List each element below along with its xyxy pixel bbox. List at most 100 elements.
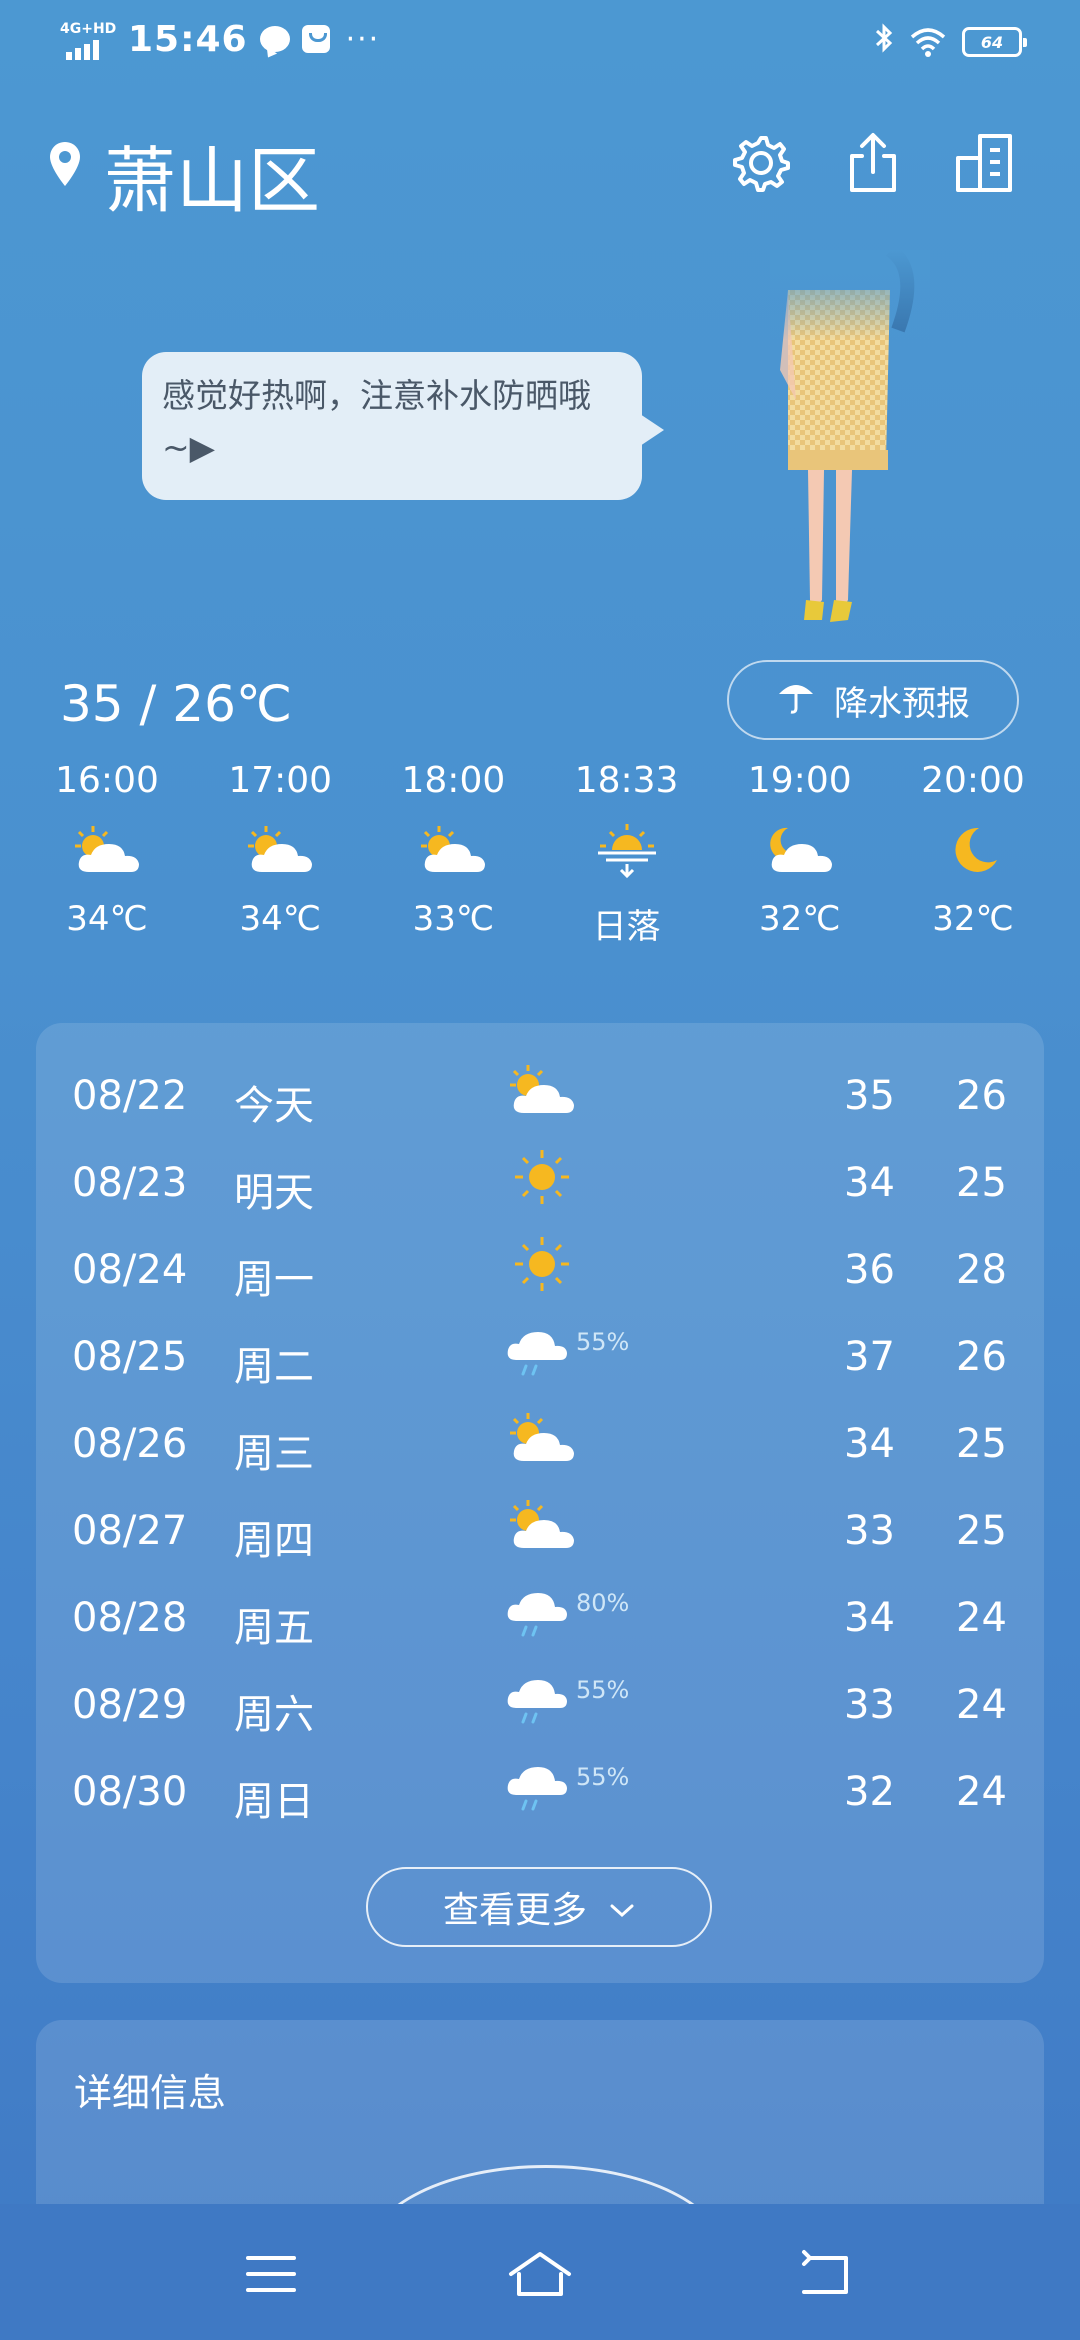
day-high: 34 xyxy=(844,1421,895,1467)
hour-temp: 33℃ xyxy=(412,899,495,939)
system-nav-bar xyxy=(0,2204,1080,2340)
hour-temp: 32℃ xyxy=(759,899,841,939)
battery-icon: 64 xyxy=(962,27,1027,57)
hour-time: 19:00 xyxy=(747,760,852,801)
see-more-label: 查看更多 xyxy=(442,1890,587,1931)
status-bar: 4G+HD 15:46 ··· 64 xyxy=(0,0,1080,90)
day-date: 08/23 xyxy=(72,1160,188,1206)
day-low: 25 xyxy=(956,1160,1007,1206)
day-low: 28 xyxy=(956,1247,1007,1293)
day-high: 36 xyxy=(844,1247,895,1293)
day-weekday: 周五 xyxy=(234,1605,314,1651)
day-precip-chance: 55% xyxy=(576,1763,630,1791)
day-date: 08/24 xyxy=(72,1247,188,1293)
day-low: 26 xyxy=(956,1073,1007,1119)
share-icon[interactable] xyxy=(840,130,906,196)
day-precip-chance: 80% xyxy=(576,1589,630,1617)
sun-cloud-icon xyxy=(502,1494,592,1564)
sun-cloud-icon xyxy=(502,1059,592,1129)
hourly-forecast: 16:00 34℃ 17:00 34℃ 18:00 33℃ 18:33 日落 1… xyxy=(22,760,1058,948)
header: 萧山区 xyxy=(0,110,1080,223)
day-weekday: 周三 xyxy=(234,1431,314,1477)
day-low: 24 xyxy=(956,1769,1007,1815)
daily-row[interactable]: 08/24 周一 36 28 xyxy=(36,1227,1044,1314)
city-list-icon[interactable] xyxy=(952,130,1018,196)
hour-time: 17:00 xyxy=(228,760,333,801)
hour-time: 18:33 xyxy=(574,760,679,801)
day-date: 08/26 xyxy=(72,1421,188,1467)
day-low: 24 xyxy=(956,1595,1007,1641)
daily-row[interactable]: 08/30 周日 55% 32 24 xyxy=(36,1749,1044,1836)
shopping-bag-icon xyxy=(301,25,330,53)
day-weekday: 周四 xyxy=(234,1518,314,1564)
day-high: 33 xyxy=(844,1682,895,1728)
location-name[interactable]: 萧山区 xyxy=(104,122,320,227)
hourly-item: 20:00 32℃ xyxy=(888,760,1058,948)
day-low: 25 xyxy=(956,1508,1007,1554)
settings-gear-icon[interactable] xyxy=(728,130,794,196)
sun-icon xyxy=(502,1233,592,1303)
signal-icon: 4G+HD xyxy=(60,18,116,60)
back-icon[interactable] xyxy=(790,2244,860,2304)
sun-icon xyxy=(502,1146,592,1216)
location-pin-icon xyxy=(48,140,82,192)
home-icon[interactable] xyxy=(505,2244,575,2304)
menu-icon[interactable] xyxy=(236,2244,306,2304)
daily-row[interactable]: 08/22 今天 35 26 xyxy=(36,1053,1044,1140)
umbrella-icon xyxy=(776,676,816,725)
day-date: 08/28 xyxy=(72,1595,188,1641)
tip-bubble[interactable]: 感觉好热啊，注意补水防晒哦~▶ xyxy=(142,352,664,500)
day-weekday: 周日 xyxy=(234,1779,314,1825)
hourly-item: 17:00 34℃ xyxy=(195,760,365,948)
more-notifications-icon: ··· xyxy=(345,21,381,57)
day-high: 37 xyxy=(844,1334,895,1380)
day-date: 08/30 xyxy=(72,1769,188,1815)
hour-time: 16:00 xyxy=(55,760,159,801)
day-high: 32 xyxy=(844,1769,895,1815)
hour-time: 18:00 xyxy=(401,760,506,801)
daily-forecast-card: 08/22 今天 35 26 08/23 明天 34 25 08/24 周一 3… xyxy=(36,1023,1044,1983)
hourly-item: 18:33 日落 xyxy=(542,760,712,948)
daily-row[interactable]: 08/23 明天 34 25 xyxy=(36,1140,1044,1227)
daily-row[interactable]: 08/25 周二 55% 37 26 xyxy=(36,1314,1044,1401)
day-precip-chance: 55% xyxy=(576,1676,630,1704)
day-weekday: 明天 xyxy=(234,1170,314,1216)
sun-cloud-icon xyxy=(242,807,318,893)
day-date: 08/22 xyxy=(72,1073,188,1119)
bluetooth-icon xyxy=(874,22,894,62)
detail-info-card: 详细信息 xyxy=(36,2020,1044,2230)
day-weekday: 周一 xyxy=(234,1257,314,1303)
day-low: 24 xyxy=(956,1682,1007,1728)
day-high: 34 xyxy=(844,1160,895,1206)
sun-cloud-icon xyxy=(415,807,491,893)
hourly-item: 18:00 33℃ xyxy=(368,760,538,948)
hourly-item: 16:00 34℃ xyxy=(22,760,192,948)
sun-cloud-icon xyxy=(502,1407,592,1477)
day-precip-chance: 55% xyxy=(576,1328,630,1356)
daily-row[interactable]: 08/27 周四 33 25 xyxy=(36,1488,1044,1575)
precipitation-forecast-button[interactable]: 降水预报 xyxy=(727,660,1019,740)
precipitation-forecast-label: 降水预报 xyxy=(834,683,970,724)
daily-row[interactable]: 08/29 周六 55% 33 24 xyxy=(36,1662,1044,1749)
see-more-button[interactable]: 查看更多 xyxy=(366,1867,712,1947)
moon-cloud-icon xyxy=(762,807,838,893)
day-high: 35 xyxy=(844,1073,895,1119)
day-high: 34 xyxy=(844,1595,895,1641)
day-date: 08/25 xyxy=(72,1334,188,1380)
day-high: 33 xyxy=(844,1508,895,1554)
day-low: 25 xyxy=(956,1421,1007,1467)
detail-info-title: 详细信息 xyxy=(74,2071,227,2115)
day-date: 08/29 xyxy=(72,1682,188,1728)
daily-row[interactable]: 08/28 周五 80% 34 24 xyxy=(36,1575,1044,1662)
hourly-item: 19:00 32℃ xyxy=(715,760,885,948)
sun-cloud-icon xyxy=(69,807,145,893)
daily-row[interactable]: 08/26 周三 34 25 xyxy=(36,1401,1044,1488)
moon-icon xyxy=(943,807,1003,893)
status-time: 15:46 xyxy=(128,18,248,60)
hour-time: 20:00 xyxy=(921,760,1025,801)
hour-temp: 34℃ xyxy=(66,899,148,939)
today-temp-range: 35 / 26℃ xyxy=(60,675,293,733)
day-low: 26 xyxy=(956,1334,1007,1380)
chevron-down-icon xyxy=(609,1887,635,1928)
day-date: 08/27 xyxy=(72,1508,188,1554)
